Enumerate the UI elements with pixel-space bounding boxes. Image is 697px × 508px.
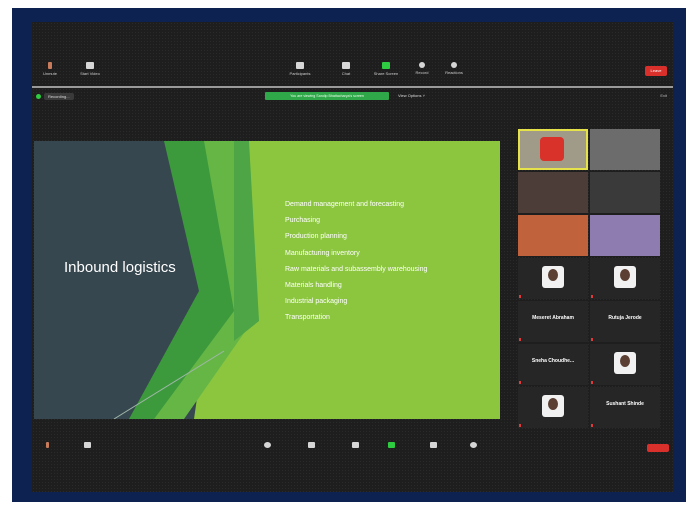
participant-name: Rutuja Jerode	[608, 315, 642, 321]
muted-mic-icon	[591, 338, 593, 341]
share-screen-icon	[388, 442, 395, 448]
share-screen-button-bottom[interactable]	[388, 442, 398, 450]
participant-tile[interactable]: Sneha Choudhe...	[518, 344, 588, 385]
slide-bullet: Purchasing	[285, 217, 321, 225]
muted-mic-icon	[519, 338, 521, 341]
mic-icon	[48, 62, 52, 69]
share-screen-label: Share Screen	[373, 71, 399, 76]
muted-mic-icon	[519, 424, 521, 427]
shield-icon	[264, 442, 271, 448]
participant-tile[interactable]	[518, 387, 588, 428]
start-video-label: Start Video	[80, 71, 100, 76]
slide-bullet: Raw materials and subassembly warehousin…	[285, 265, 428, 273]
muted-mic-icon	[591, 295, 593, 298]
participant-tile[interactable]	[590, 129, 660, 170]
participant-tile[interactable]: Meseret Abraham	[518, 301, 588, 342]
participants-button[interactable]: Participants	[282, 62, 318, 76]
slide-background	[34, 141, 500, 419]
security-button[interactable]	[264, 442, 274, 450]
chat-button-bottom[interactable]	[352, 442, 362, 450]
participant-video	[540, 137, 564, 161]
slide-bullet: Materials handling	[285, 282, 342, 290]
end-button[interactable]	[647, 444, 669, 452]
participant-tile[interactable]	[518, 258, 588, 299]
participant-name: Sushant Shinde	[606, 401, 644, 407]
reactions-icon	[470, 442, 477, 448]
participants-button-bottom[interactable]	[308, 442, 318, 450]
participant-tile[interactable]	[590, 172, 660, 213]
share-banner: You are viewing Sandip Bhattacharya's sc…	[265, 92, 389, 100]
reactions-button-bottom[interactable]	[470, 442, 480, 450]
chat-label: Chat	[341, 71, 351, 76]
chat-icon	[342, 62, 350, 69]
chat-icon	[352, 442, 359, 448]
top-toolbar: Unmute Start Video Participants Chat Sha…	[32, 60, 673, 84]
shared-slide: Inbound logistics Demand management and …	[34, 141, 500, 419]
participants-icon	[308, 442, 315, 448]
participant-tile[interactable]	[590, 215, 660, 256]
avatar	[614, 266, 636, 288]
exit-fullscreen-button[interactable]: Exit	[660, 92, 667, 100]
participant-tile[interactable]	[518, 172, 588, 213]
participant-tile[interactable]	[590, 258, 660, 299]
gallery-view-button[interactable]	[430, 442, 440, 450]
recording-dot-icon	[36, 93, 41, 99]
unmute-button[interactable]: Unmute	[32, 62, 68, 76]
recording-label: Recording...	[44, 92, 74, 100]
avatar	[542, 395, 564, 417]
video-icon	[86, 62, 94, 69]
slide-bullet: Production planning	[285, 233, 347, 241]
record-label: Record	[415, 70, 429, 75]
participants-label: Participants	[289, 71, 311, 76]
view-options-button[interactable]: View Options ˅	[398, 92, 425, 100]
slide-bullet: Industrial packaging	[285, 298, 348, 306]
status-bar: Recording... You are viewing Sandip Bhat…	[32, 90, 673, 102]
share-screen-icon	[382, 62, 390, 69]
muted-mic-icon	[591, 424, 593, 427]
participant-tile[interactable]: Rutuja Jerode	[590, 301, 660, 342]
slide-bullet-list: Demand management and forecasting Purcha…	[285, 197, 427, 327]
start-video-button[interactable]: Start Video	[72, 62, 108, 76]
slide-bullet: Manufacturing inventory	[285, 249, 360, 257]
video-button[interactable]	[84, 442, 94, 450]
slide-bullet: Demand management and forecasting	[285, 201, 405, 208]
grid-icon	[430, 442, 437, 448]
participants-icon	[296, 62, 304, 69]
slide-title: Inbound logistics	[64, 259, 176, 276]
recording-indicator[interactable]: Recording...	[36, 92, 74, 100]
record-button[interactable]: Record	[404, 62, 440, 75]
participant-tile[interactable]	[518, 215, 588, 256]
video-icon	[84, 442, 91, 448]
zoom-meeting-window: Unmute Start Video Participants Chat Sha…	[32, 22, 673, 492]
mic-icon	[46, 442, 49, 448]
reactions-label: Reactions	[445, 70, 463, 75]
muted-mic-icon	[519, 295, 521, 298]
record-icon	[419, 62, 425, 68]
participant-tile[interactable]: Sushant Shinde	[590, 387, 660, 428]
divider	[32, 86, 673, 88]
avatar	[542, 266, 564, 288]
muted-mic-icon	[591, 381, 593, 384]
reactions-button[interactable]: Reactions	[436, 62, 472, 75]
unmute-label: Unmute	[42, 71, 57, 76]
reactions-icon	[451, 62, 457, 68]
participant-name: Sneha Choudhe...	[531, 358, 575, 364]
avatar	[614, 352, 636, 374]
muted-mic-icon	[519, 381, 521, 384]
bottom-toolbar	[32, 434, 673, 458]
mic-button[interactable]	[46, 442, 56, 450]
slide-bullet: Transportation	[285, 314, 330, 322]
participant-tile[interactable]	[518, 129, 588, 170]
leave-button[interactable]: Leave	[645, 66, 667, 76]
participant-tile[interactable]	[590, 344, 660, 385]
chat-button[interactable]: Chat	[328, 62, 364, 76]
share-screen-button[interactable]: Share Screen	[368, 62, 404, 76]
participant-name: Meseret Abraham	[532, 315, 574, 321]
